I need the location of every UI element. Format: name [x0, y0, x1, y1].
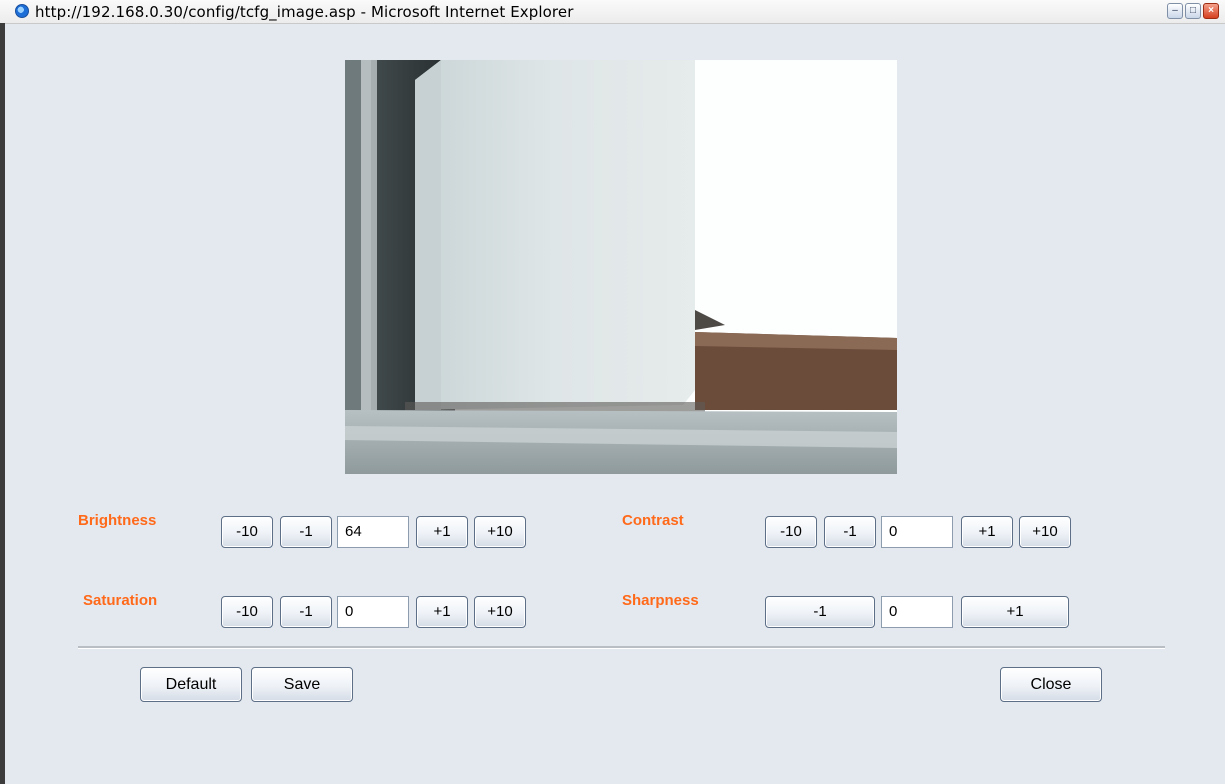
contrast-label: Contrast — [622, 512, 684, 529]
camera-frame — [345, 60, 897, 474]
contrast-minus10-button[interactable]: -10 — [765, 516, 817, 548]
contrast-minus1-button[interactable]: -1 — [824, 516, 876, 548]
brightness-value-field[interactable]: 64 — [337, 516, 409, 548]
sharpness-minus1-button[interactable]: -1 — [765, 596, 875, 628]
window-title: http://192.168.0.30/config/tcfg_image.as… — [35, 3, 574, 21]
minimize-icon[interactable]: – — [1167, 3, 1183, 19]
brightness-plus1-button[interactable]: +1 — [416, 516, 468, 548]
divider — [78, 646, 1165, 649]
title-bar[interactable]: http://192.168.0.30/config/tcfg_image.as… — [0, 0, 1225, 24]
window-left-border — [0, 23, 5, 784]
saturation-minus10-button[interactable]: -10 — [221, 596, 273, 628]
brightness-plus10-button[interactable]: +10 — [474, 516, 526, 548]
saturation-value-field[interactable]: 0 — [337, 596, 409, 628]
sharpness-value-field[interactable]: 0 — [881, 596, 953, 628]
saturation-plus10-button[interactable]: +10 — [474, 596, 526, 628]
brightness-label: Brightness — [78, 512, 157, 529]
sharpness-plus1-button[interactable]: +1 — [961, 596, 1069, 628]
default-button[interactable]: Default — [140, 667, 242, 702]
save-button[interactable]: Save — [251, 667, 353, 702]
contrast-plus10-button[interactable]: +10 — [1019, 516, 1071, 548]
maximize-icon[interactable]: □ — [1185, 3, 1201, 19]
ie-icon — [15, 4, 29, 18]
saturation-plus1-button[interactable]: +1 — [416, 596, 468, 628]
close-icon[interactable]: × — [1203, 3, 1219, 19]
contrast-value-field[interactable]: 0 — [881, 516, 953, 548]
saturation-minus1-button[interactable]: -1 — [280, 596, 332, 628]
browser-popup-window: http://192.168.0.30/config/tcfg_image.as… — [0, 0, 1225, 784]
brightness-minus1-button[interactable]: -1 — [280, 516, 332, 548]
contrast-plus1-button[interactable]: +1 — [961, 516, 1013, 548]
saturation-label: Saturation — [83, 592, 158, 609]
brightness-minus10-button[interactable]: -10 — [221, 516, 273, 548]
sharpness-label: Sharpness — [622, 592, 699, 609]
close-button[interactable]: Close — [1000, 667, 1102, 702]
camera-preview-image — [345, 60, 897, 474]
